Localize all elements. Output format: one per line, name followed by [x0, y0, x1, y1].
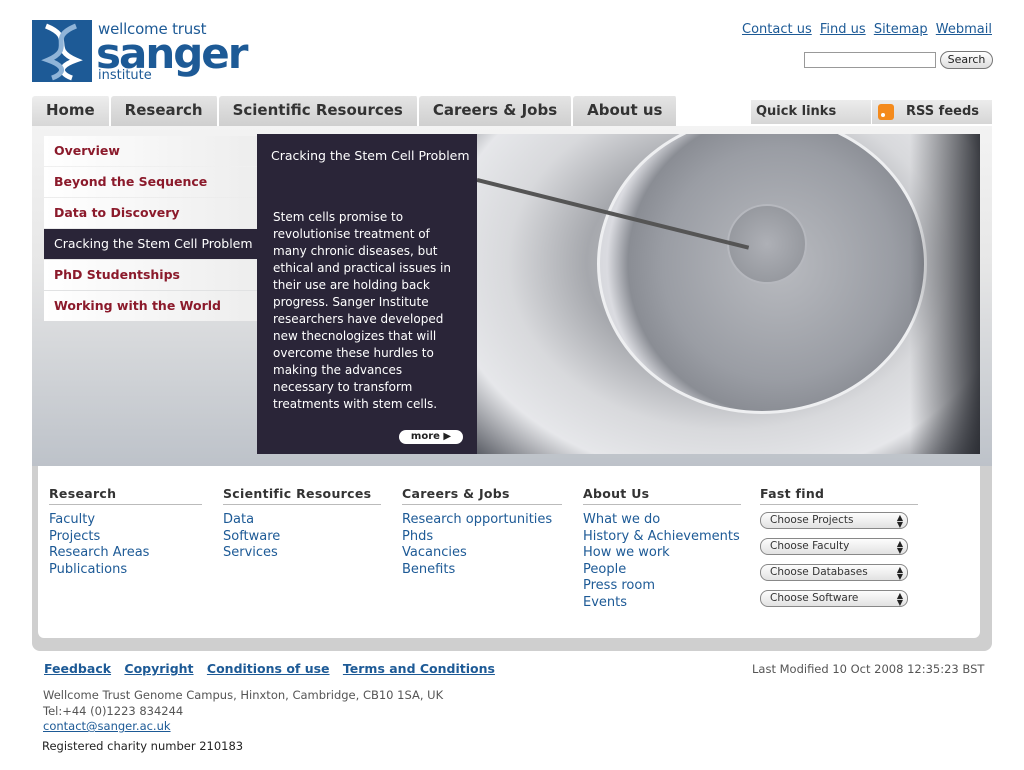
link-columns: Research Faculty Projects Research Areas…	[38, 466, 980, 638]
feature-description: Stem cells promise to revolutionise trea…	[273, 210, 451, 411]
choose-databases-select[interactable]: Choose Databases ▲ ▼	[760, 564, 908, 581]
data-link[interactable]: Data	[223, 512, 381, 529]
tab-careers-jobs[interactable]: Careers & Jobs	[418, 96, 574, 126]
feature-text-panel: Cracking the Stem Cell Problem Stem cell…	[257, 134, 477, 454]
about-heading: About Us	[583, 486, 741, 505]
what-we-do-link[interactable]: What we do	[583, 512, 741, 529]
side-menu-working-world[interactable]: Working with the World	[44, 291, 258, 321]
search-input[interactable]	[804, 52, 936, 68]
research-column: Research Faculty Projects Research Areas…	[49, 486, 202, 578]
how-we-work-link[interactable]: How we work	[583, 545, 741, 562]
quick-links-tab[interactable]: Quick links	[751, 100, 871, 124]
press-room-link[interactable]: Press room	[583, 578, 741, 595]
choose-faculty-label: Choose Faculty	[770, 540, 850, 552]
choose-databases-label: Choose Databases	[770, 566, 868, 578]
phds-link[interactable]: Phds	[402, 529, 562, 546]
contact-email-link[interactable]: contact@sanger.ac.uk	[43, 719, 171, 733]
about-column: About Us What we do History & Achievemen…	[583, 486, 741, 611]
services-link[interactable]: Services	[223, 545, 381, 562]
search-button[interactable]: Search	[940, 51, 993, 69]
updown-arrows-icon: ▲ ▼	[896, 591, 903, 607]
top-links: Contact us Find us Sitemap Webmail	[738, 22, 992, 37]
choose-projects-select[interactable]: Choose Projects ▲ ▼	[760, 512, 908, 529]
telephone: Tel:+44 (0)1223 834244	[43, 703, 184, 718]
choose-faculty-select[interactable]: Choose Faculty ▲ ▼	[760, 538, 908, 555]
webmail-link[interactable]: Webmail	[936, 22, 992, 37]
dna-helix-icon	[32, 20, 92, 82]
updown-arrows-icon: ▲ ▼	[896, 513, 903, 529]
tab-home[interactable]: Home	[32, 96, 111, 126]
rss-feed-icon	[878, 104, 894, 120]
tab-research[interactable]: Research	[110, 96, 219, 126]
publications-link[interactable]: Publications	[49, 562, 202, 579]
fastfind-heading: Fast find	[760, 486, 918, 505]
logo-institute: institute	[98, 68, 152, 83]
faculty-link[interactable]: Faculty	[49, 512, 202, 529]
people-link[interactable]: People	[583, 562, 741, 579]
resources-heading: Scientific Resources	[223, 486, 381, 505]
fastfind-column: Fast find Choose Projects ▲ ▼ Choose Facul…	[760, 486, 918, 616]
projects-link[interactable]: Projects	[49, 529, 202, 546]
side-menu-beyond-sequence[interactable]: Beyond the Sequence	[44, 167, 258, 197]
main-nav: Home Research Scientific Resources Caree…	[32, 96, 679, 126]
side-menu-overview[interactable]: Overview	[44, 136, 258, 166]
feature-side-menu: Overview Beyond the Sequence Data to Dis…	[44, 136, 258, 322]
research-heading: Research	[49, 486, 202, 505]
copyright-link[interactable]: Copyright	[124, 661, 193, 676]
vacancies-link[interactable]: Vacancies	[402, 545, 562, 562]
side-menu-phd-studentships[interactable]: PhD Studentships	[44, 260, 258, 290]
contact-us-link[interactable]: Contact us	[742, 22, 812, 37]
rss-feeds-label: RSS feeds	[906, 104, 980, 119]
terms-conditions-link[interactable]: Terms and Conditions	[343, 661, 495, 676]
benefits-link[interactable]: Benefits	[402, 562, 562, 579]
research-opportunities-link[interactable]: Research opportunities	[402, 512, 562, 529]
conditions-of-use-link[interactable]: Conditions of use	[207, 661, 330, 676]
careers-column: Careers & Jobs Research opportunities Ph…	[402, 486, 562, 578]
careers-heading: Careers & Jobs	[402, 486, 562, 505]
sitemap-link[interactable]: Sitemap	[874, 22, 928, 37]
last-modified: Last Modified 10 Oct 2008 12:35:23 BST	[752, 662, 985, 676]
rss-feeds-tab[interactable]: RSS feeds	[872, 100, 992, 124]
tab-scientific-resources[interactable]: Scientific Resources	[218, 96, 419, 126]
stem-cell-photo	[477, 134, 980, 454]
sanger-logo[interactable]: wellcome trust sanger institute	[32, 20, 249, 83]
resources-column: Scientific Resources Data Software Servi…	[223, 486, 381, 562]
choose-projects-label: Choose Projects	[770, 514, 854, 526]
choose-software-label: Choose Software	[770, 592, 859, 604]
software-link[interactable]: Software	[223, 529, 381, 546]
find-us-link[interactable]: Find us	[820, 22, 866, 37]
side-menu-stem-cell[interactable]: Cracking the Stem Cell Problem	[44, 229, 258, 259]
history-achievements-link[interactable]: History & Achievements	[583, 529, 741, 546]
research-areas-link[interactable]: Research Areas	[49, 545, 202, 562]
feedback-link[interactable]: Feedback	[44, 661, 111, 676]
address-block: Wellcome Trust Genome Campus, Hinxton, C…	[43, 688, 443, 735]
charity-number: Registered charity number 210183	[42, 739, 244, 753]
choose-software-select[interactable]: Choose Software ▲ ▼	[760, 590, 908, 607]
footer-links: Feedback Copyright Conditions of use Ter…	[44, 661, 504, 676]
events-link[interactable]: Events	[583, 595, 741, 612]
updown-arrows-icon: ▲ ▼	[896, 539, 903, 555]
side-menu-data-to-discovery[interactable]: Data to Discovery	[44, 198, 258, 228]
tab-about-us[interactable]: About us	[573, 96, 679, 126]
updown-arrows-icon: ▲ ▼	[896, 565, 903, 581]
feature-title: Cracking the Stem Cell Problem	[271, 148, 470, 163]
photo-shadow	[910, 134, 980, 454]
more-button[interactable]: more ▶	[399, 430, 463, 444]
address: Wellcome Trust Genome Campus, Hinxton, C…	[43, 688, 444, 702]
